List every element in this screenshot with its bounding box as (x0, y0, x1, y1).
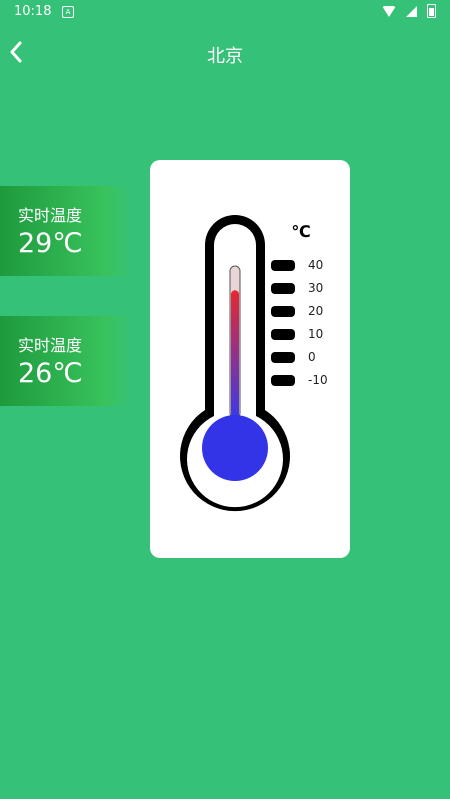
scale-tick (271, 329, 295, 340)
scale-label: 10 (308, 327, 323, 341)
realtime-temp-card-1: 实时温度 29℃ (0, 186, 132, 276)
signal-icon (406, 5, 417, 17)
app-bar: 北京 (0, 28, 450, 76)
thermometer-icon: ℃ 40 30 20 10 0 -10 (179, 215, 328, 512)
battery-icon (427, 4, 436, 18)
thermometer-bulb (202, 415, 268, 481)
temp-value: 29℃ (18, 228, 83, 259)
temp-label: 实时温度 (18, 336, 83, 355)
scale-label: 0 (308, 350, 316, 364)
scale-label: -10 (308, 373, 328, 387)
scale-tick (271, 306, 295, 317)
realtime-temp-card-2: 实时温度 26℃ (0, 316, 132, 406)
temp-value: 26℃ (18, 358, 83, 389)
scale-label: 30 (308, 281, 323, 295)
unit-label: ℃ (291, 222, 310, 241)
status-bar: 10:18 A (0, 0, 450, 24)
scale-label: 40 (308, 258, 323, 272)
wifi-icon (382, 5, 396, 17)
mercury-column (231, 290, 239, 418)
scale-label: 20 (308, 304, 323, 318)
scale-tick (271, 375, 295, 386)
scale-tick (271, 283, 295, 294)
scale-tick (271, 260, 295, 271)
status-icons (382, 4, 436, 18)
page-title: 北京 (207, 46, 243, 67)
notification-icon: A (62, 6, 74, 18)
thermometer-panel: ℃ 40 30 20 10 0 -10 (150, 160, 350, 558)
status-time: 10:18 (14, 4, 52, 19)
temp-label: 实时温度 (18, 206, 83, 225)
scale-group: 40 30 20 10 0 -10 (271, 258, 328, 387)
scale-tick (271, 352, 295, 363)
